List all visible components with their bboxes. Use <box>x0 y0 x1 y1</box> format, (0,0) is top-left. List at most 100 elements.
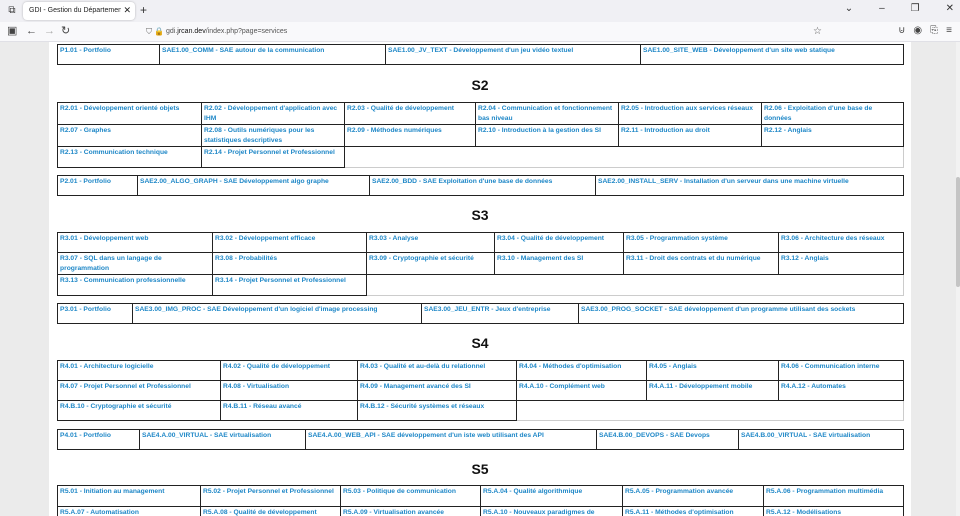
course-link[interactable]: SAE1.00_SITE_WEB - Développement d'un si… <box>640 44 904 65</box>
url-bar[interactable]: ⛉ 🔒 gdi.jrcan.dev/index.php?page=service… <box>146 25 830 39</box>
course-link[interactable]: R2.05 - Introduction aux services réseau… <box>618 102 762 125</box>
course-link[interactable]: R2.03 - Qualité de développement <box>344 102 476 125</box>
course-link[interactable]: R5.03 - Politique de communication <box>340 485 481 507</box>
course-link[interactable]: R5.02 - Projet Personnel et Professionne… <box>200 485 341 507</box>
course-link[interactable]: R5.A.09 - Virtualisation avancée <box>340 506 481 516</box>
course-link[interactable]: SAE4.A.00_VIRTUAL - SAE virtualisation <box>139 429 306 450</box>
close-window-icon[interactable]: ✕ <box>946 3 954 14</box>
course-link[interactable]: R4.B.12 - Sécurité systèmes et réseaux <box>357 400 517 421</box>
course-link[interactable]: R3.03 - Analyse <box>366 232 495 253</box>
course-link[interactable]: R3.09 - Cryptographie et sécurité <box>366 252 495 275</box>
scrollbar[interactable] <box>956 42 960 516</box>
account-icon[interactable]: ◉ <box>913 25 922 36</box>
extensions-icon[interactable]: ⎘ <box>930 25 938 36</box>
course-link[interactable]: P3.01 - Portfolio <box>57 303 133 324</box>
course-link[interactable]: R5.A.12 - Modélisations <box>763 506 904 516</box>
url-prefix: gdi. <box>166 28 178 35</box>
course-link[interactable]: SAE3.00_IMG_PROC - SAE Développement d'u… <box>132 303 422 324</box>
course-link[interactable]: R2.06 - Exploitation d'une base de donné… <box>761 102 904 125</box>
course-link[interactable]: R4.02 - Qualité de développement <box>220 360 358 381</box>
s1-projects-table: P1.01 - Portfolio SAE1.00_COMM - SAE aut… <box>57 44 904 65</box>
course-link[interactable]: R2.13 - Communication technique <box>57 146 202 168</box>
course-link[interactable]: R4.05 - Anglais <box>646 360 779 381</box>
semester-heading-s5: S5 <box>471 461 489 477</box>
course-link[interactable]: R5.A.05 - Programmation avancée <box>622 485 764 507</box>
course-link[interactable]: R2.01 - Développement orienté objets <box>57 102 202 125</box>
course-link[interactable]: SAE4.B.00_VIRTUAL - SAE virtualisation <box>738 429 904 450</box>
pocket-icon[interactable]: ⊍ <box>898 25 905 36</box>
course-link[interactable]: R4.06 - Communication interne <box>778 360 904 381</box>
course-link[interactable]: P2.01 - Portfolio <box>57 175 138 196</box>
course-link[interactable]: R3.02 - Développement efficace <box>212 232 367 253</box>
course-link[interactable]: R5.A.08 - Qualité de développement <box>200 506 341 516</box>
course-link[interactable]: SAE1.00_COMM - SAE autour de la communic… <box>159 44 386 65</box>
course-link[interactable]: R3.12 - Anglais <box>778 252 904 275</box>
course-link[interactable]: R3.05 - Programmation système <box>623 232 779 253</box>
new-tab-icon[interactable]: + <box>140 3 147 17</box>
course-link[interactable]: R4.A.12 - Automates <box>778 380 904 401</box>
empty-cell <box>344 146 904 168</box>
course-link[interactable]: R4.A.10 - Complément web <box>516 380 647 401</box>
menu-icon[interactable]: ≡ <box>946 25 952 36</box>
course-link[interactable]: SAE2.00_BDD - SAE Exploitation d'une bas… <box>369 175 596 196</box>
course-link[interactable]: R3.11 - Droit des contrats et du numériq… <box>623 252 779 275</box>
course-link[interactable]: R5.01 - Initiation au management <box>57 485 201 507</box>
course-link[interactable]: R4.09 - Management avancé des SI <box>357 380 517 401</box>
course-link[interactable]: R2.04 - Communication et fonctionnement … <box>475 102 619 125</box>
course-link[interactable]: R2.14 - Projet Personnel et Professionne… <box>201 146 345 168</box>
bookmark-star-icon[interactable]: ☆ <box>813 25 822 39</box>
back-icon[interactable]: ← <box>26 25 37 38</box>
course-link[interactable]: R2.08 - Outils numériques pour les stati… <box>201 124 345 147</box>
scroll-thumb[interactable] <box>956 177 960 287</box>
course-link[interactable]: R5.A.04 - Qualité algorithmique <box>480 485 623 507</box>
course-link[interactable]: R2.11 - Introduction au droit <box>618 124 762 147</box>
course-link[interactable]: R3.04 - Qualité de développement <box>494 232 624 253</box>
course-link[interactable]: R4.07 - Projet Personnel et Professionne… <box>57 380 221 401</box>
sidebar-icon[interactable]: ▣ <box>7 25 17 38</box>
course-link[interactable]: R2.12 - Anglais <box>761 124 904 147</box>
course-link[interactable]: R5.A.06 - Programmation multimédia <box>763 485 904 507</box>
tab-list-icon[interactable]: ⧉ <box>5 4 19 18</box>
close-icon[interactable]: ✕ <box>123 5 131 16</box>
course-link[interactable]: R5.A.11 - Méthodes d'optimisation <box>622 506 764 516</box>
course-link[interactable]: SAE3.00_JEU_ENTR - Jeux d'entreprise <box>421 303 579 324</box>
browser-tab[interactable]: GDI - Gestion du Département Info ✕ <box>23 2 135 20</box>
s5-resources-table: R5.01 - Initiation au management R5.02 -… <box>57 485 904 516</box>
course-link[interactable]: SAE2.00_ALGO_GRAPH - SAE Développement a… <box>137 175 370 196</box>
course-link[interactable]: R4.04 - Méthodes d'optimisation <box>516 360 647 381</box>
course-link[interactable]: P4.01 - Portfolio <box>57 429 140 450</box>
course-link[interactable]: R2.02 - Développement d'application avec… <box>201 102 345 125</box>
course-link[interactable]: R4.03 - Qualité et au-delà du relationne… <box>357 360 517 381</box>
chevron-down-icon[interactable]: ⌄ <box>845 3 853 14</box>
course-link[interactable]: R2.09 - Méthodes numériques <box>344 124 476 147</box>
restore-icon[interactable]: ❐ <box>911 3 920 14</box>
course-link[interactable]: R3.13 - Communication professionnelle <box>57 274 213 296</box>
tab-title: GDI - Gestion du Département Info <box>29 7 121 14</box>
forward-icon[interactable]: → <box>44 25 55 38</box>
course-link[interactable]: R2.07 - Graphes <box>57 124 202 147</box>
course-link[interactable]: SAE1.00_JV_TEXT - Développement d'un jeu… <box>385 44 641 65</box>
course-link[interactable]: SAE4.B.00_DEVOPS - SAE Devops <box>596 429 739 450</box>
course-link[interactable]: SAE3.00_PROG_SOCKET - SAE développement … <box>578 303 904 324</box>
course-link[interactable]: R4.01 - Architecture logicielle <box>57 360 221 381</box>
course-link[interactable]: R4.B.10 - Cryptographie et sécurité <box>57 400 221 421</box>
course-link[interactable]: SAE4.A.00_WEB_API - SAE développement d'… <box>305 429 597 450</box>
course-link[interactable]: R2.10 - Introduction à la gestion des SI <box>475 124 619 147</box>
minimize-icon[interactable]: – <box>879 3 885 14</box>
course-link[interactable]: R4.A.11 - Développement mobile <box>646 380 779 401</box>
course-link[interactable]: R3.07 - SQL dans un langage de programma… <box>57 252 213 275</box>
course-link[interactable]: SAE2.00_INSTALL_SERV - Installation d'un… <box>595 175 904 196</box>
course-link[interactable]: R3.01 - Développement web <box>57 232 213 253</box>
s3-projects-table: P3.01 - Portfolio SAE3.00_IMG_PROC - SAE… <box>57 303 904 324</box>
course-link[interactable]: R4.08 - Virtualisation <box>220 380 358 401</box>
reload-icon[interactable]: ↻ <box>61 25 70 38</box>
s4-resources-table: R4.01 - Architecture logicielle R4.02 - … <box>57 360 904 421</box>
course-link[interactable]: R3.10 - Management des SI <box>494 252 624 275</box>
course-link[interactable]: R3.08 - Probabilités <box>212 252 367 275</box>
course-link[interactable]: R3.06 - Architecture des réseaux <box>778 232 904 253</box>
course-link[interactable]: R5.A.07 - Automatisation <box>57 506 201 516</box>
course-link[interactable]: R3.14 - Projet Personnel et Professionne… <box>212 274 367 296</box>
course-link[interactable]: R5.A.10 - Nouveaux paradigmes de <box>480 506 623 516</box>
course-link[interactable]: R4.B.11 - Réseau avancé <box>220 400 358 421</box>
course-link[interactable]: P1.01 - Portfolio <box>57 44 160 65</box>
